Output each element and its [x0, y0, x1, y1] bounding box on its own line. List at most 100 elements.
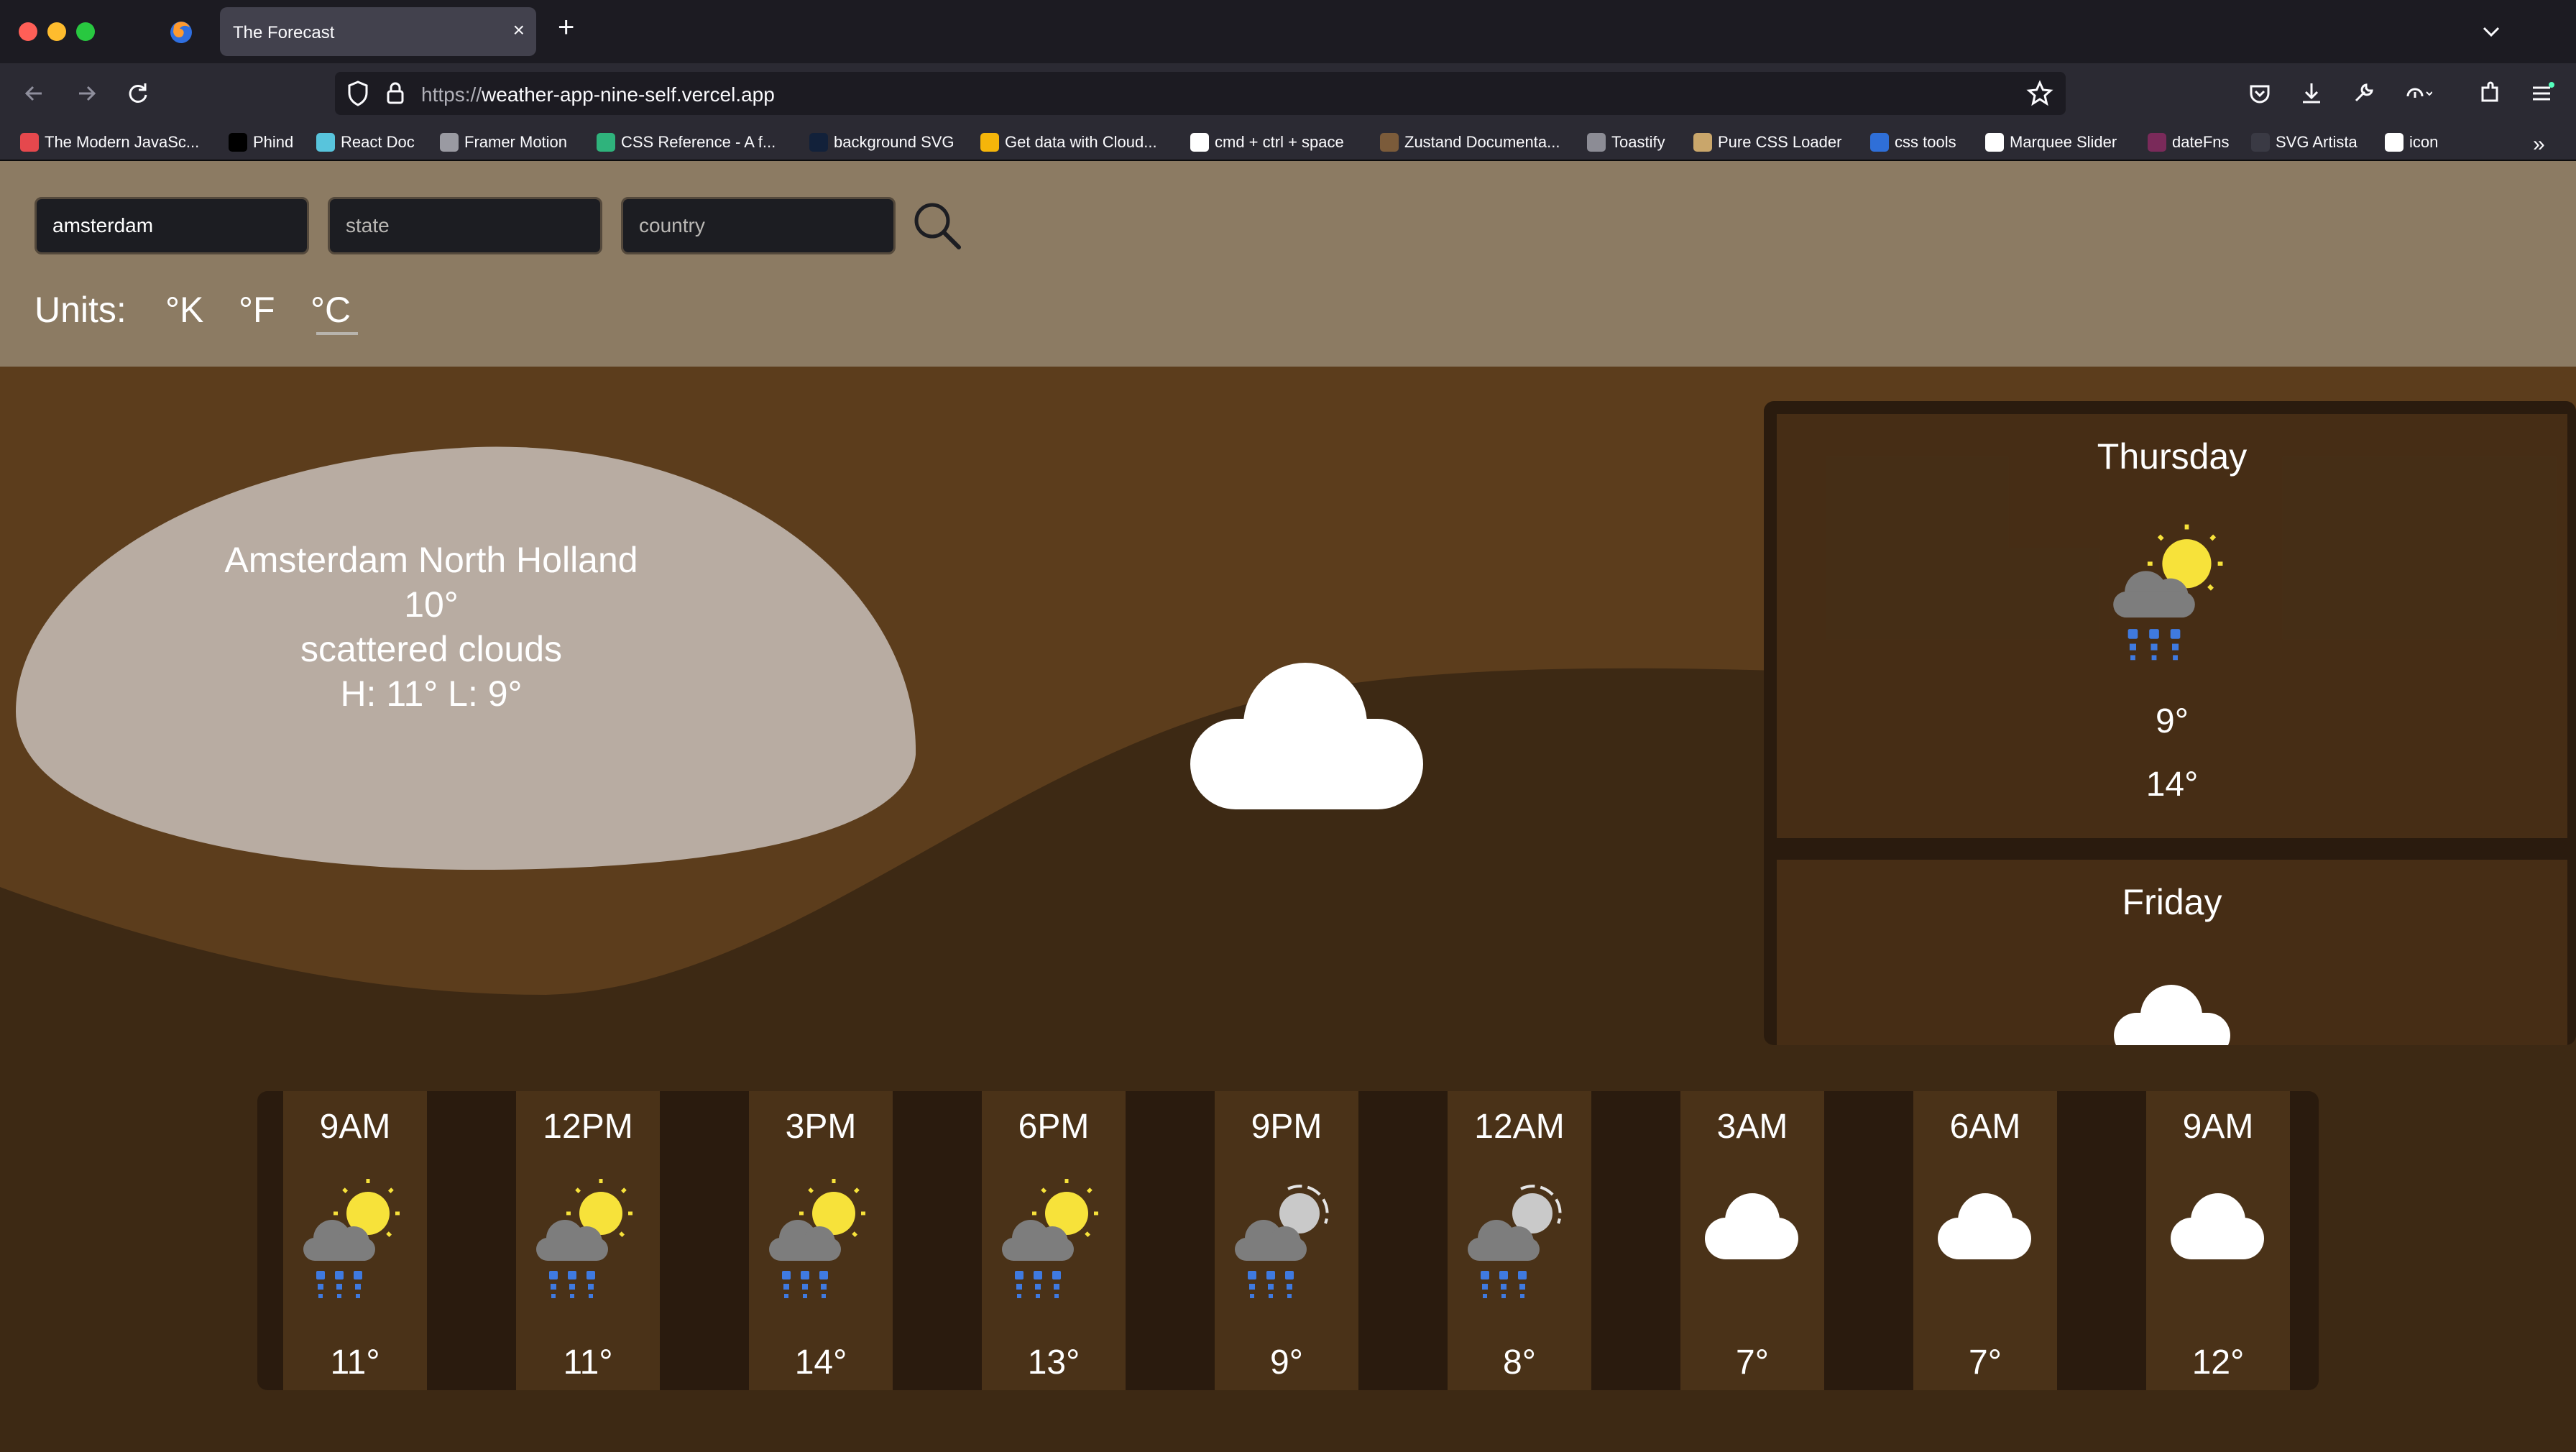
- circle-icon: [809, 133, 828, 152]
- city-input[interactable]: [37, 199, 307, 252]
- hour-time: 9PM: [1251, 1108, 1322, 1146]
- datefns-icon: [2148, 133, 2166, 152]
- bookmark-item[interactable]: The Modern JavaSc...: [20, 131, 199, 154]
- new-tab-icon[interactable]: +: [558, 13, 574, 42]
- day-name: Friday: [2122, 882, 2222, 922]
- downloads-icon[interactable]: [2294, 76, 2329, 111]
- hour-temp: 11°: [330, 1343, 380, 1382]
- lock-icon[interactable]: [380, 78, 411, 109]
- hourly-forecast-strip[interactable]: 9AM 11° 12PM 11° 3PM 14° 6PM 13° 9PM 9° 12AM 8° 3AM 7…: [257, 1091, 2319, 1390]
- bookmarks-overflow-chevron-icon[interactable]: »: [2533, 134, 2545, 155]
- bookmark-item[interactable]: Framer Motion: [440, 131, 567, 154]
- current-location: Amsterdam North Holland: [224, 540, 638, 580]
- bookmark-item[interactable]: css tools: [1870, 131, 1956, 154]
- github-icon: [1985, 133, 2004, 152]
- bookmark-item[interactable]: Phind: [229, 131, 293, 154]
- css-icon: [597, 133, 615, 152]
- bookmark-item[interactable]: background SVG: [809, 131, 954, 154]
- hour-temp: 9°: [1270, 1343, 1303, 1382]
- cloud-icon: [1938, 1193, 2031, 1259]
- bookmark-item[interactable]: SVG Artista: [2251, 131, 2358, 154]
- hour-temp: 8°: [1503, 1343, 1536, 1382]
- browser-tab[interactable]: The Forecast ×: [220, 7, 536, 56]
- extensions-icon[interactable]: [2472, 76, 2507, 111]
- sun-cloud-rain-icon: [1002, 1179, 1101, 1298]
- current-temp: 10°: [404, 584, 459, 625]
- hour-card: 3AM 7°: [1680, 1091, 1824, 1390]
- search-icon[interactable]: [910, 198, 963, 252]
- state-input[interactable]: [330, 199, 600, 252]
- moon-cloud-rain-icon: [1468, 1185, 1562, 1298]
- bookmark-label: Marquee Slider: [2010, 133, 2117, 151]
- icon-icon: [2385, 133, 2404, 152]
- bookmark-item[interactable]: icon: [2385, 131, 2438, 154]
- bookmark-label: Phind: [253, 133, 294, 151]
- shield-icon[interactable]: [342, 78, 374, 109]
- unit-celsius-button[interactable]: °C: [310, 289, 351, 331]
- firebase-icon: [980, 133, 999, 152]
- menu-icon[interactable]: [2524, 76, 2559, 111]
- triangle-icon: [2251, 133, 2270, 152]
- hour-time: 3AM: [1716, 1108, 1788, 1146]
- wrench-icon[interactable]: [2346, 76, 2380, 111]
- current-weather-info: Amsterdam North Holland 10° scattered cl…: [108, 538, 755, 716]
- bookmark-label: CSS Reference - A f...: [621, 133, 776, 151]
- moon-cloud-rain-icon: [1235, 1185, 1329, 1298]
- hour-temp: 12°: [2191, 1343, 2245, 1382]
- hour-card: 3PM 14°: [749, 1091, 893, 1390]
- hour-card: 9PM 9°: [1215, 1091, 1358, 1390]
- bookmark-item[interactable]: Get data with Cloud...: [980, 131, 1157, 154]
- hour-temp: 13°: [1027, 1343, 1080, 1382]
- bookmark-item[interactable]: React Doc: [316, 131, 415, 154]
- daily-forecast-panel[interactable]: Thursday 9° 14° Friday: [1764, 401, 2576, 1045]
- sun-cloud-rain-icon: [2113, 524, 2226, 661]
- country-field[interactable]: [621, 197, 896, 254]
- code-icon: [1870, 133, 1889, 152]
- bookmark-item[interactable]: dateFns: [2148, 131, 2230, 154]
- city-field[interactable]: [34, 197, 309, 254]
- loader-icon: [1693, 133, 1712, 152]
- bookmark-item[interactable]: Zustand Documenta...: [1380, 131, 1560, 154]
- bookmark-label: Zustand Documenta...: [1404, 133, 1560, 151]
- tab-title: The Forecast: [233, 23, 335, 42]
- bookmark-item[interactable]: Marquee Slider: [1985, 131, 2117, 154]
- tab-close-icon[interactable]: ×: [513, 20, 525, 40]
- day-high-temp: 14°: [2145, 766, 2199, 804]
- sun-cloud-rain-icon: [536, 1179, 635, 1298]
- sync-account-icon[interactable]: [2398, 76, 2432, 111]
- pocket-icon[interactable]: [2242, 76, 2277, 111]
- phind-icon: [229, 133, 247, 152]
- bookmark-item[interactable]: cmd + ctrl + space: [1190, 131, 1344, 154]
- country-input[interactable]: [623, 199, 893, 252]
- bookmark-label: Pure CSS Loader: [1718, 133, 1842, 151]
- bookmark-label: Framer Motion: [464, 133, 568, 151]
- forward-arrow-icon[interactable]: [69, 76, 104, 111]
- globe-icon: [440, 133, 459, 152]
- bookmark-item[interactable]: CSS Reference - A f...: [597, 131, 776, 154]
- bookmark-label: SVG Artista: [2276, 133, 2358, 151]
- reload-icon[interactable]: [121, 76, 155, 111]
- state-field[interactable]: [328, 197, 602, 254]
- maximize-window-button[interactable]: [76, 22, 95, 41]
- unit-fahrenheit-button[interactable]: °F: [239, 289, 275, 331]
- minimize-window-button[interactable]: [47, 22, 66, 41]
- url-text[interactable]: https://weather-app-nine-self.vercel.app: [421, 83, 775, 106]
- hour-card: 6AM 7°: [1913, 1091, 2057, 1390]
- current-description: scattered clouds: [300, 629, 563, 669]
- bookmark-item[interactable]: Pure CSS Loader: [1693, 131, 1841, 154]
- cloud-icon: [1190, 663, 1423, 809]
- url-bar[interactable]: https://weather-app-nine-self.vercel.app: [335, 72, 2066, 115]
- react-icon: [316, 133, 335, 152]
- day-card: Thursday 9° 14°: [1777, 414, 2567, 838]
- day-card: Friday: [1777, 860, 2567, 1045]
- hour-card: 6PM 13°: [982, 1091, 1126, 1390]
- firefox-view-icon[interactable]: [167, 17, 196, 46]
- bookmark-item[interactable]: Toastify: [1587, 131, 1665, 154]
- day-name: Thursday: [2097, 436, 2248, 477]
- back-arrow-icon[interactable]: [17, 76, 52, 111]
- bookmark-label: dateFns: [2172, 133, 2230, 151]
- close-window-button[interactable]: [19, 22, 37, 41]
- bookmark-star-icon[interactable]: [2024, 78, 2056, 109]
- unit-kelvin-button[interactable]: °K: [165, 289, 203, 331]
- tab-list-chevron-icon[interactable]: [2477, 17, 2506, 46]
